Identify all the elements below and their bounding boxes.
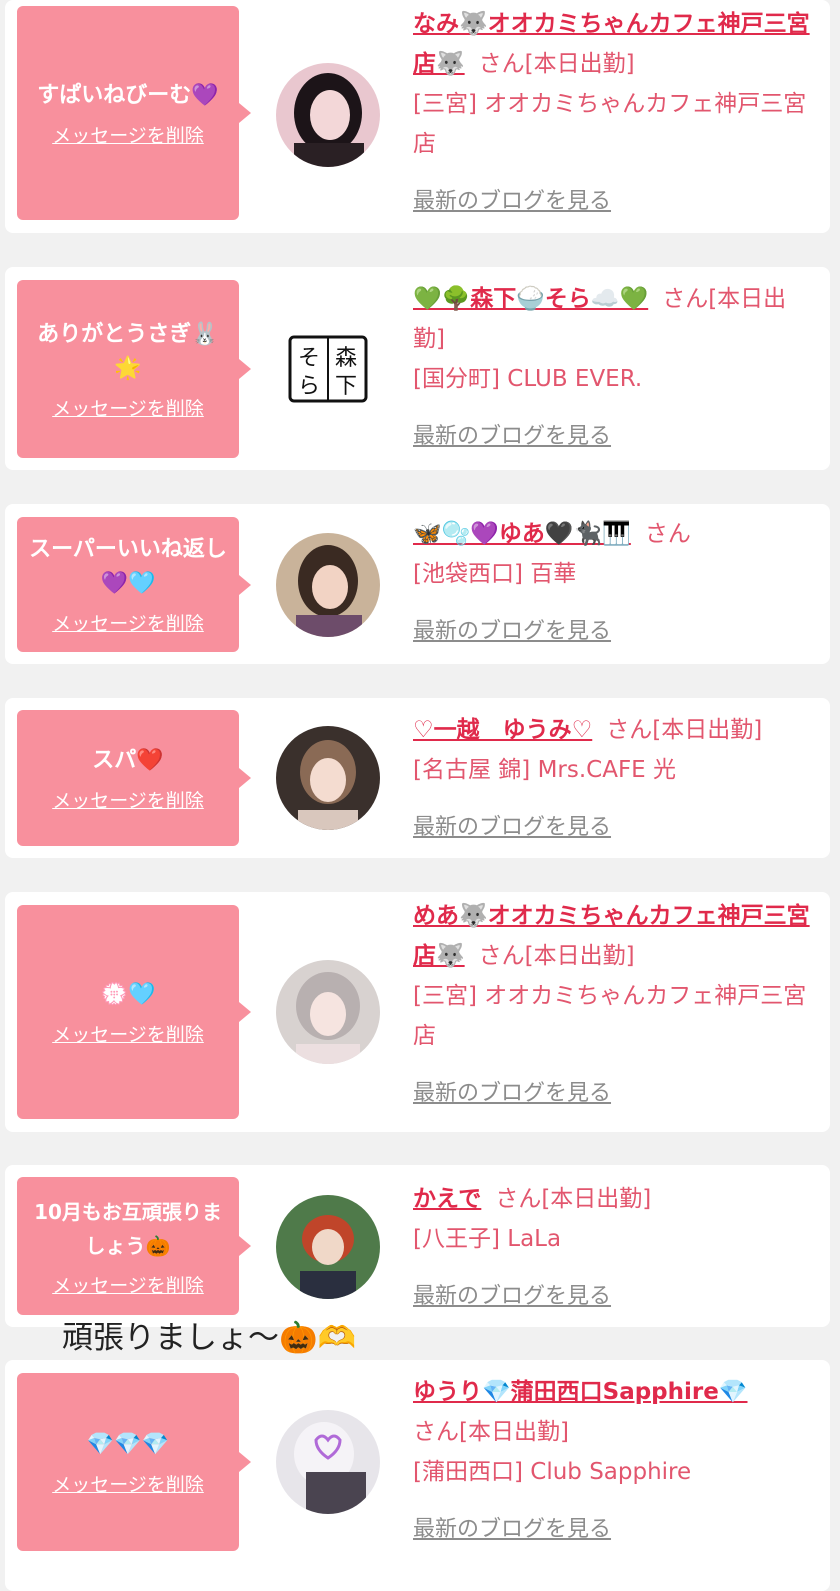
svg-text:下: 下: [335, 374, 357, 399]
message-text: 💎💎💎: [86, 1431, 170, 1457]
message-card: ありがとうさぎ🐰🌟 メッセージを削除 森 下 そ ら 💚🌳森下🍚そら☁️💚 さん[…: [5, 267, 830, 470]
cast-info: ♡一越 ゆうみ♡ さん[本日出勤] [名古屋 錦] Mrs.CAFE 光 最新のブ…: [413, 710, 813, 848]
message-card: 10月もお互頑張りましょう🎃 メッセージを削除 かえで さん[本日出勤] [八王子…: [5, 1165, 830, 1327]
avatar[interactable]: [276, 63, 380, 167]
shop-name: [三宮] オオカミちゃんカフェ神戸三宮店: [413, 983, 807, 1049]
delete-message-link[interactable]: メッセージを削除: [52, 394, 204, 421]
view-latest-blog-link[interactable]: 最新のブログを見る: [413, 808, 813, 848]
cast-name-link[interactable]: 💚🌳森下🍚そら☁️💚: [413, 286, 648, 312]
delete-message-link[interactable]: メッセージを削除: [52, 1020, 204, 1047]
svg-text:森: 森: [335, 346, 357, 371]
view-latest-blog-link[interactable]: 最新のブログを見る: [413, 417, 813, 457]
woman-portrait-icon: [276, 533, 380, 637]
cast-suffix: さん: [644, 521, 691, 547]
cast-suffix: さん[本日出勤]: [495, 1186, 652, 1212]
cast-name-link[interactable]: 🦋🫧💜ゆあ🖤🐈‍⬛🎹: [413, 521, 631, 547]
cast-info: なみ🐺オオカミちゃんカフェ神戸三宮店🐺 さん[本日出勤] [三宮] オオカミちゃん…: [413, 4, 813, 222]
view-latest-blog-link[interactable]: 最新のブログを見る: [413, 1510, 813, 1550]
cast-info: 💚🌳森下🍚そら☁️💚 さん[本日出勤] [国分町] CLUB EVER. 最新のブ…: [413, 279, 813, 457]
avatar[interactable]: [276, 1195, 380, 1299]
cast-name-link[interactable]: ♡一越 ゆうみ♡: [413, 717, 592, 743]
message-bubble: スパ❤️ メッセージを削除: [17, 710, 251, 846]
cast-suffix: さん[本日出勤]: [478, 943, 635, 969]
cast-suffix: さん[本日出勤]: [478, 51, 635, 77]
costume-portrait-icon: [276, 1195, 380, 1299]
message-text: 10月もお互頑張りましょう🎃: [34, 1199, 222, 1258]
overlay-caption: 頑張りましょ〜🎃🫶: [62, 1320, 357, 1356]
cast-info: 🦋🫧💜ゆあ🖤🐈‍⬛🎹 さん [池袋西口] 百華 最新のブログを見る: [413, 514, 813, 652]
message-card: スパ❤️ メッセージを削除 ♡一越 ゆうみ♡ さん[本日出勤] [名古屋 錦] M…: [5, 698, 830, 858]
cast-info: かえで さん[本日出勤] [八王子] LaLa 最新のブログを見る: [413, 1179, 813, 1317]
view-latest-blog-link[interactable]: 最新のブログを見る: [413, 182, 813, 222]
delete-message-link[interactable]: メッセージを削除: [52, 609, 204, 636]
avatar[interactable]: 森 下 そ ら: [276, 317, 380, 421]
view-latest-blog-link[interactable]: 最新のブログを見る: [413, 1277, 813, 1317]
avatar[interactable]: [276, 1410, 380, 1514]
cast-suffix: さん[本日出勤]: [413, 1419, 569, 1445]
message-card: スーパーいいね返し💜🩵 メッセージを削除 🦋🫧💜ゆあ🖤🐈‍⬛🎹 さん [池袋西口]…: [5, 504, 830, 664]
avatar[interactable]: [276, 726, 380, 830]
message-bubble: 💎💎💎 メッセージを削除: [17, 1373, 251, 1551]
shop-name: [八王子] LaLa: [413, 1226, 562, 1252]
message-card: 💎💎💎 メッセージを削除 ゆうり💎蒲田西口Sapphire💎 さん[本日出勤] […: [5, 1360, 830, 1591]
avatar[interactable]: [276, 960, 380, 1064]
message-bubble: 💮🩵 メッセージを削除: [17, 905, 251, 1119]
delete-message-link[interactable]: メッセージを削除: [52, 121, 204, 148]
woman-portrait-icon: [276, 1410, 380, 1514]
avatar[interactable]: [276, 533, 380, 637]
delete-message-link[interactable]: メッセージを削除: [52, 1470, 204, 1497]
woman-portrait-icon: [276, 960, 380, 1064]
shop-name: [名古屋 錦] Mrs.CAFE 光: [413, 757, 677, 783]
delete-message-link[interactable]: メッセージを削除: [52, 786, 204, 813]
cast-suffix: さん[本日出勤]: [606, 717, 763, 743]
cast-name-link[interactable]: かえで: [413, 1186, 481, 1212]
woman-portrait-icon: [276, 63, 380, 167]
cast-info: ゆうり💎蒲田西口Sapphire💎 さん[本日出勤] [蒲田西口] Club Sa…: [413, 1372, 813, 1550]
delete-message-link[interactable]: メッセージを削除: [52, 1271, 204, 1298]
message-text: ありがとうさぎ🐰🌟: [37, 321, 219, 381]
logo-morishita-sora-icon: 森 下 そ ら: [276, 317, 380, 421]
message-card: すぱいねびーむ💜 メッセージを削除 なみ🐺オオカミちゃんカフェ神戸三宮店🐺 さん[…: [5, 0, 830, 233]
view-latest-blog-link[interactable]: 最新のブログを見る: [413, 1074, 813, 1114]
shop-name: [蒲田西口] Club Sapphire: [413, 1459, 692, 1485]
message-text: すぱいねびーむ💜: [37, 82, 219, 108]
message-bubble: 10月もお互頑張りましょう🎃 メッセージを削除: [17, 1177, 251, 1315]
cast-info: めあ🐺オオカミちゃんカフェ神戸三宮店🐺 さん[本日出勤] [三宮] オオカミちゃん…: [413, 896, 813, 1114]
message-bubble: すぱいねびーむ💜 メッセージを削除: [17, 6, 251, 220]
shop-name: [三宮] オオカミちゃんカフェ神戸三宮店: [413, 91, 807, 157]
view-latest-blog-link[interactable]: 最新のブログを見る: [413, 612, 813, 652]
message-text: スーパーいいね返し💜🩵: [29, 537, 227, 596]
message-text: スパ❤️: [92, 747, 164, 773]
cast-name-link[interactable]: ゆうり💎蒲田西口Sapphire💎: [413, 1379, 748, 1405]
message-card: 💮🩵 メッセージを削除 めあ🐺オオカミちゃんカフェ神戸三宮店🐺 さん[本日出勤] …: [5, 892, 830, 1132]
svg-text:ら: ら: [298, 374, 320, 399]
message-bubble: ありがとうさぎ🐰🌟 メッセージを削除: [17, 280, 251, 458]
shop-name: [国分町] CLUB EVER.: [413, 366, 643, 392]
svg-text:そ: そ: [298, 346, 320, 371]
message-text: 💮🩵: [100, 981, 156, 1007]
woman-portrait-icon: [276, 726, 380, 830]
shop-name: [池袋西口] 百華: [413, 561, 577, 587]
message-bubble: スーパーいいね返し💜🩵 メッセージを削除: [17, 517, 251, 652]
